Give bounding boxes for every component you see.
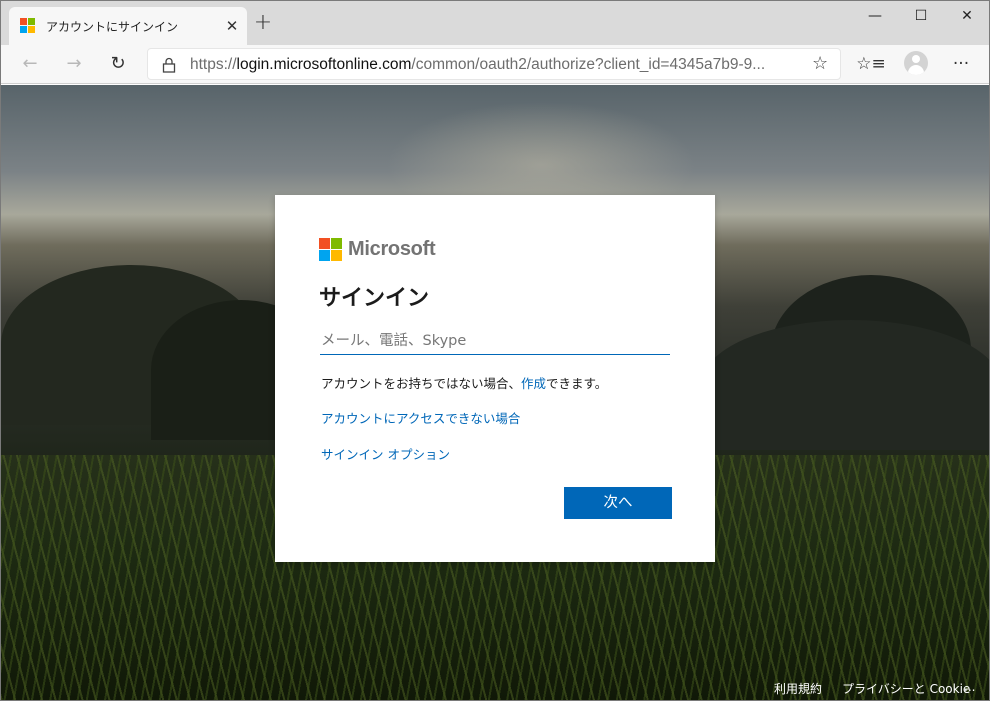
address-bar[interactable]: https://login.microsoftonline.com/common…: [147, 48, 841, 80]
page-title: サインイン: [319, 286, 430, 311]
new-tab-button[interactable]: +: [253, 12, 273, 34]
more-options-link[interactable]: ...: [964, 680, 975, 694]
more-menu-icon[interactable]: ···: [946, 49, 976, 79]
favorites-icon[interactable]: ☆≡: [856, 49, 886, 79]
page-footer: 利用規約 プライバシーと Cookie ...: [1, 677, 989, 700]
lock-icon[interactable]: [162, 57, 176, 73]
browser-window: アカウントにサインイン ✕ + — ☐ ✕ ← → ↻ https://logi…: [0, 0, 990, 701]
create-account-link[interactable]: 作成: [521, 376, 546, 391]
microsoft-logo-icon: [319, 238, 343, 262]
favorite-star-icon[interactable]: ☆: [812, 53, 828, 74]
next-button[interactable]: 次へ: [564, 487, 672, 519]
signin-card: Microsoft サインイン アカウントをお持ちではない場合、作成できます。 …: [275, 195, 715, 562]
browser-toolbar: ← → ↻ https://login.microsoftonline.com/…: [1, 45, 989, 84]
back-button[interactable]: ←: [15, 49, 45, 79]
brand-name: Microsoft: [348, 238, 436, 260]
signin-options-link[interactable]: サインイン オプション: [321, 444, 450, 463]
tab-close-icon[interactable]: ✕: [223, 17, 241, 35]
profile-avatar-icon[interactable]: [904, 51, 928, 75]
terms-link[interactable]: 利用規約: [774, 680, 822, 697]
maximize-button[interactable]: ☐: [898, 1, 944, 33]
privacy-cookies-link[interactable]: プライバシーと Cookie: [842, 680, 970, 697]
page-background: Microsoft サインイン アカウントをお持ちではない場合、作成できます。 …: [1, 85, 989, 700]
email-field[interactable]: [320, 328, 670, 355]
browser-tab[interactable]: アカウントにサインイン ✕: [9, 7, 247, 45]
close-window-button[interactable]: ✕: [944, 1, 989, 33]
tab-title: アカウントにサインイン: [46, 20, 179, 34]
no-account-text: アカウントをお持ちではない場合、作成できます。: [321, 376, 608, 391]
refresh-button[interactable]: ↻: [103, 49, 133, 79]
microsoft-favicon-icon: [20, 18, 36, 34]
tab-strip: アカウントにサインイン ✕ + — ☐ ✕: [1, 1, 989, 45]
cant-access-account-link[interactable]: アカウントにアクセスできない場合: [321, 408, 520, 427]
forward-button[interactable]: →: [59, 49, 89, 79]
url-text[interactable]: https://login.microsoftonline.com/common…: [190, 56, 765, 74]
background-hill: [701, 320, 989, 450]
minimize-button[interactable]: —: [852, 1, 898, 33]
